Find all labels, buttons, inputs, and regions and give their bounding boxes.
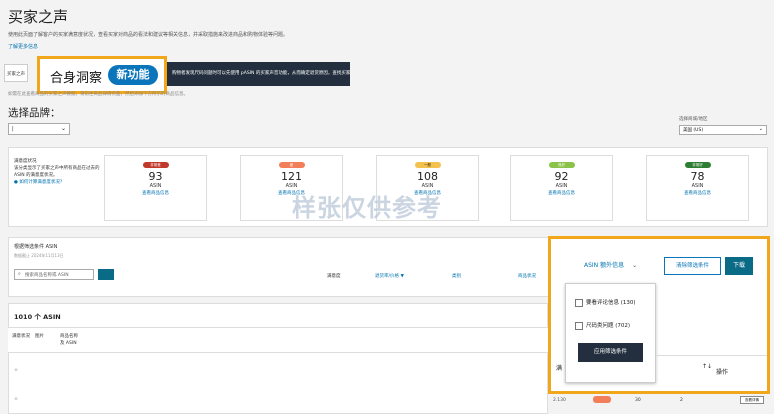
marketplace-value: 美国 (US) bbox=[683, 128, 704, 133]
row-returns: 30 bbox=[635, 398, 641, 403]
status-badge: 差 bbox=[278, 162, 305, 168]
table-header bbox=[8, 327, 548, 353]
status-badge: 一般 bbox=[414, 162, 441, 168]
stat-value: 92 bbox=[554, 170, 569, 183]
stat-unit: ASIN bbox=[149, 183, 162, 189]
search-placeholder: 搜索商品名称或 ASIN bbox=[25, 273, 69, 278]
table-header-cell: 图片 bbox=[35, 334, 44, 339]
marketplace-label: 选择商城/地区 bbox=[679, 117, 708, 122]
filter-date: 数据截止 2024年11月13日 bbox=[14, 253, 64, 258]
column-filter[interactable]: 类别 bbox=[452, 273, 461, 279]
feature-banner: 购物者发现尺码问题时可以先使用 pASIN 的买家声音功能，从而确定退货原因，查… bbox=[166, 62, 350, 86]
marketplace-select[interactable]: 美国 (US) ⌄ bbox=[679, 125, 767, 135]
overview-intro-text: 该分类显示了买家之声中所有商品在过去的 ASIN 的满意度状况。 bbox=[14, 166, 100, 178]
status-badge: 非常好 bbox=[684, 162, 711, 168]
feature-callout: 合身洞察 新功能 bbox=[37, 56, 167, 94]
highlight-frame bbox=[548, 236, 770, 394]
filter-title: 根据筛选条件 ASIN bbox=[14, 244, 58, 250]
feature-title: 合身洞察 bbox=[50, 71, 103, 86]
search-button[interactable] bbox=[98, 269, 114, 280]
brand-select[interactable]: | ⌄ bbox=[8, 123, 70, 135]
brand-label: 选择品牌： bbox=[8, 107, 61, 119]
new-feature-badge: 新功能 bbox=[108, 65, 158, 85]
watermark: 样张仅供参考 bbox=[292, 194, 442, 222]
status-badge bbox=[593, 396, 611, 403]
status-badge: 非常差 bbox=[142, 162, 169, 168]
column-filter[interactable]: 满意度 bbox=[327, 273, 341, 279]
stat-card: 良好 92 ASIN 查看商品信息 bbox=[510, 155, 613, 221]
overview-intro: 满意度状况 该分类显示了买家之声中所有商品在过去的 ASIN 的满意度状况。 ●… bbox=[14, 158, 104, 186]
info-note: 如需在此查看商品的买家之声数据，请前往商品详情页面，然后添加下方所示的商品信息。 bbox=[8, 92, 188, 97]
column-filter[interactable]: 商品状况 bbox=[518, 273, 536, 279]
brand-select-value: | bbox=[12, 126, 14, 132]
stat-unit: ASIN bbox=[691, 183, 704, 189]
learn-more-link[interactable]: 了解更多信息 bbox=[8, 43, 38, 50]
overview-help-link[interactable]: ● 如何计算满意度状况? bbox=[14, 179, 104, 186]
view-details-button[interactable]: 查看详情 bbox=[740, 396, 764, 404]
stat-unit: ASIN bbox=[555, 183, 568, 189]
row-value: 2.130 bbox=[553, 398, 566, 403]
stat-value: 78 bbox=[690, 170, 705, 183]
chevron-down-icon: ⌄ bbox=[60, 125, 66, 132]
table-row: ☆ bbox=[14, 368, 19, 373]
search-input[interactable]: ⌕ 搜索商品名称或 ASIN bbox=[14, 269, 94, 280]
chevron-down-icon: ⌄ bbox=[758, 126, 763, 132]
page-description: 使用此页面了解客户的买家满意度状况，查看买家对商品的看法和建议等相关信息，并采取… bbox=[8, 32, 289, 38]
tab-voice-of-customer[interactable]: 买家之声 bbox=[4, 64, 28, 82]
overview-intro-title: 满意度状况 bbox=[14, 159, 37, 164]
row-count: 2 bbox=[680, 398, 683, 403]
asin-count: 1010 个 ASIN bbox=[14, 313, 61, 321]
table-header-cell: 满意状况 bbox=[12, 334, 30, 339]
column-filter[interactable]: 退货率/价格 ▼ bbox=[375, 273, 404, 279]
view-products-link[interactable]: 查看商品信息 bbox=[647, 190, 748, 196]
status-badge: 良好 bbox=[548, 162, 575, 168]
search-icon: ⌕ bbox=[18, 271, 21, 277]
page-title: 买家之声 bbox=[8, 8, 69, 26]
stat-card: 非常差 93 ASIN 查看商品信息 bbox=[104, 155, 207, 221]
table-row: ☆ bbox=[14, 397, 19, 402]
view-products-link[interactable]: 查看商品信息 bbox=[511, 190, 612, 196]
stat-card: 非常好 78 ASIN 查看商品信息 bbox=[646, 155, 749, 221]
view-products-link[interactable]: 查看商品信息 bbox=[105, 190, 206, 196]
stat-value: 108 bbox=[417, 170, 438, 183]
table-card bbox=[8, 303, 548, 414]
stat-value: 121 bbox=[281, 170, 302, 183]
stat-value: 93 bbox=[148, 170, 163, 183]
table-header-cell: 商品名称 及 ASIN bbox=[60, 334, 78, 346]
